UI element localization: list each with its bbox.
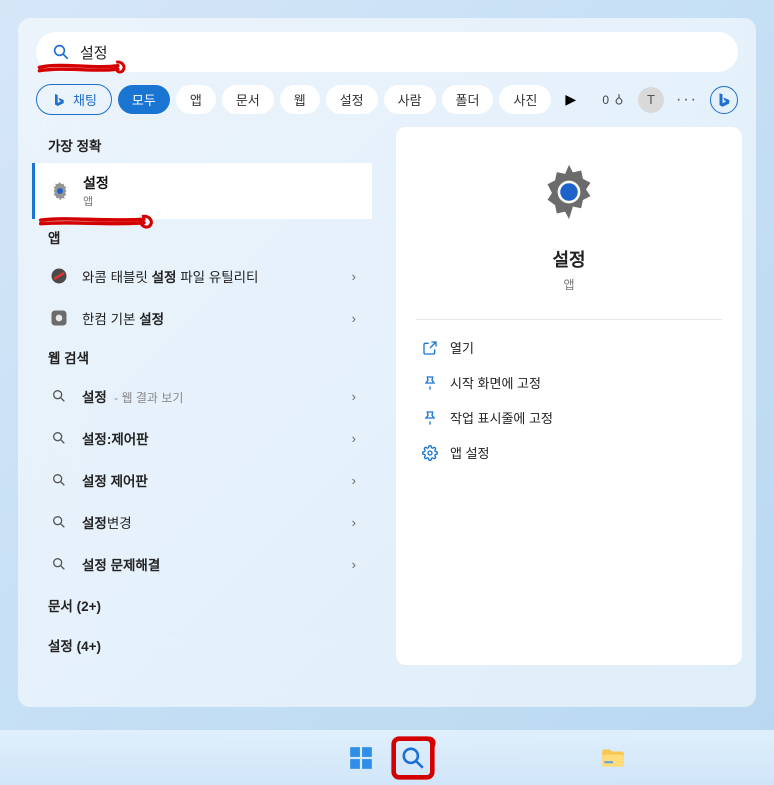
settings-more[interactable]: 설정 (4+): [32, 625, 372, 665]
tab-chat[interactable]: 채팅: [36, 84, 112, 115]
avatar[interactable]: T: [638, 87, 664, 113]
tab-folders[interactable]: 폴더: [442, 85, 494, 114]
detail-subtitle: 앱: [563, 276, 574, 293]
chevron-right-icon: ›: [352, 311, 356, 326]
tabs-overflow-play[interactable]: ▶: [557, 87, 584, 112]
search-panel: 설정 채팅 모두 앱 문서 웹 설정 사람 폴더 사진 ▶ 0 T ···: [18, 18, 756, 707]
search-icon: [48, 511, 70, 533]
folder-icon: [600, 747, 626, 769]
action-open[interactable]: 열기: [416, 330, 722, 365]
rewards-points[interactable]: 0: [602, 93, 626, 107]
search-icon: [400, 745, 426, 771]
web-result-label: 설정:제어판: [82, 428, 149, 448]
chevron-right-icon: ›: [352, 431, 356, 446]
taskbar-file-explorer[interactable]: [598, 743, 628, 773]
section-best-match: 가장 정확: [32, 127, 372, 163]
windows-icon: [348, 745, 374, 771]
web-result-label: 설정 - 웹 결과 보기: [82, 386, 183, 406]
wacom-icon: [48, 265, 70, 287]
detail-title: 설정: [552, 246, 585, 272]
chevron-right-icon: ›: [352, 269, 356, 284]
app-result-label: 와콤 태블릿 설정 파일 유틸리티: [82, 266, 258, 286]
tab-web[interactable]: 웹: [280, 85, 320, 114]
chevron-right-icon: ›: [352, 515, 356, 530]
tab-documents[interactable]: 문서: [222, 85, 274, 114]
bing-open-button[interactable]: [710, 86, 738, 114]
result-best-match[interactable]: 설정 앱: [32, 163, 372, 219]
tab-people[interactable]: 사람: [384, 85, 436, 114]
bing-chat-icon: [51, 92, 67, 108]
app-result-item[interactable]: 한컴 기본 설정 ›: [32, 297, 372, 339]
web-result-item[interactable]: 설정변경 ›: [32, 501, 372, 543]
gear-icon: [538, 161, 600, 228]
chevron-right-icon: ›: [352, 557, 356, 572]
bing-icon: [715, 91, 733, 109]
rewards-icon: [612, 93, 626, 107]
web-result-label: 설정 문제해결: [82, 554, 160, 574]
web-result-item[interactable]: 설정 - 웹 결과 보기 ›: [32, 375, 372, 417]
section-apps: 앱: [32, 219, 372, 255]
search-icon: [48, 469, 70, 491]
separator: [416, 319, 722, 320]
web-result-item[interactable]: 설정 문제해결 ›: [32, 543, 372, 585]
search-icon: [48, 427, 70, 449]
tab-apps[interactable]: 앱: [176, 85, 216, 114]
web-result-item[interactable]: 설정 제어판 ›: [32, 459, 372, 501]
section-web-search: 웹 검색: [32, 339, 372, 375]
web-result-item[interactable]: 설정:제어판 ›: [32, 417, 372, 459]
pin-icon: [422, 375, 438, 391]
chevron-right-icon: ›: [352, 389, 356, 404]
action-pin-taskbar[interactable]: 작업 표시줄에 고정: [416, 400, 722, 435]
best-title: 설정: [83, 173, 109, 193]
taskbar: [0, 730, 774, 785]
app-result-item[interactable]: 와콤 태블릿 설정 파일 유틸리티 ›: [32, 255, 372, 297]
gear-icon: [49, 180, 71, 202]
gear-icon: [422, 445, 438, 461]
tab-all[interactable]: 모두: [118, 85, 170, 114]
results-list: 가장 정확 설정 앱 앱 와콤: [32, 127, 372, 665]
hancom-icon: [48, 307, 70, 329]
action-pin-start[interactable]: 시작 화면에 고정: [416, 365, 722, 400]
taskbar-search-button[interactable]: [398, 743, 428, 773]
search-icon: [52, 43, 70, 61]
more-menu[interactable]: ···: [676, 91, 698, 109]
search-icon: [48, 385, 70, 407]
tab-photos[interactable]: 사진: [499, 85, 551, 114]
search-input[interactable]: 설정: [36, 32, 738, 72]
chevron-right-icon: ›: [352, 473, 356, 488]
detail-panel: 설정 앱 열기 시작 화면에 고정 작업 표시줄에 고정 앱 설정: [396, 127, 742, 665]
search-icon: [48, 553, 70, 575]
app-result-label: 한컴 기본 설정: [82, 308, 164, 328]
documents-more[interactable]: 문서 (2+): [32, 585, 372, 625]
search-query: 설정: [80, 42, 108, 63]
open-icon: [422, 340, 438, 356]
web-result-label: 설정변경: [82, 512, 132, 532]
web-result-label: 설정 제어판: [82, 470, 148, 490]
best-subtitle: 앱: [83, 193, 109, 209]
tab-settings[interactable]: 설정: [326, 85, 378, 114]
taskbar-start-button[interactable]: [346, 743, 376, 773]
filter-tabs: 채팅 모두 앱 문서 웹 설정 사람 폴더 사진 ▶ 0 T ···: [26, 72, 748, 127]
action-app-settings[interactable]: 앱 설정: [416, 435, 722, 470]
pin-icon: [422, 410, 438, 426]
